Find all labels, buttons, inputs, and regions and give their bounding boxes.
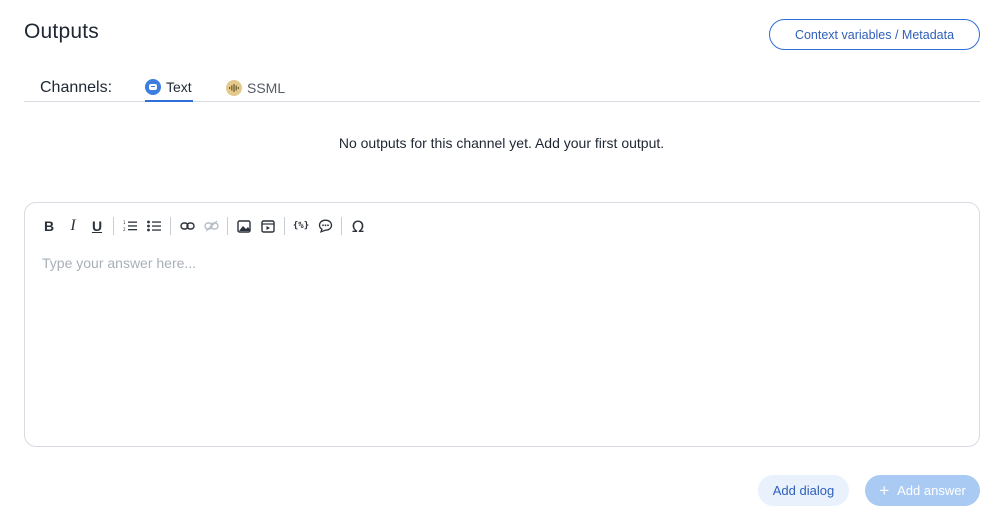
ordered-list-icon: 1 2	[123, 220, 137, 232]
image-icon	[237, 219, 251, 233]
channels-label: Channels:	[40, 79, 113, 96]
svg-text:2: 2	[123, 227, 126, 232]
context-variables-button[interactable]: Context variables / Metadata	[769, 19, 980, 50]
unlink-icon	[203, 220, 219, 232]
italic-button[interactable]: I	[61, 215, 85, 237]
video-icon	[261, 219, 275, 233]
bullet-list-button[interactable]	[142, 215, 166, 237]
add-dialog-button[interactable]: Add dialog	[758, 475, 849, 506]
variables-button[interactable]: {%}	[289, 215, 313, 237]
ordered-list-button[interactable]: 1 2	[118, 215, 142, 237]
add-answer-label: Add answer	[897, 483, 966, 498]
chat-bubble-icon	[145, 79, 161, 95]
unlink-button	[199, 215, 223, 237]
tab-text[interactable]: Text	[145, 74, 193, 102]
toolbar-divider	[341, 217, 342, 235]
bullet-list-icon	[147, 220, 161, 232]
answer-input[interactable]	[42, 255, 962, 430]
add-answer-button[interactable]: + Add answer	[865, 475, 980, 506]
bold-button[interactable]: B	[37, 215, 61, 237]
link-icon	[179, 222, 195, 230]
editor-toolbar: B I U 1 2 {%} Ω	[37, 215, 370, 237]
tab-ssml-label: SSML	[247, 80, 286, 96]
plus-icon: +	[879, 481, 890, 500]
toolbar-divider	[170, 217, 171, 235]
page-title: Outputs	[24, 20, 99, 43]
answer-editor: B I U 1 2 {%} Ω Type your answer here...	[24, 202, 980, 447]
video-button[interactable]	[256, 215, 280, 237]
tab-text-label: Text	[166, 79, 192, 95]
channel-tabs: Channels: Text SSML	[24, 74, 980, 102]
tab-ssml[interactable]: SSML	[226, 74, 285, 102]
link-button[interactable]	[175, 215, 199, 237]
toolbar-divider	[113, 217, 114, 235]
image-button[interactable]	[232, 215, 256, 237]
quick-reply-button[interactable]	[313, 215, 337, 237]
underline-button[interactable]: U	[85, 215, 109, 237]
toolbar-divider	[227, 217, 228, 235]
empty-state-message: No outputs for this channel yet. Add you…	[338, 135, 665, 151]
special-char-button[interactable]: Ω	[346, 215, 370, 237]
svg-text:1: 1	[123, 220, 126, 225]
soundwave-icon	[226, 80, 242, 96]
chat-dots-icon	[318, 219, 332, 233]
toolbar-divider	[284, 217, 285, 235]
